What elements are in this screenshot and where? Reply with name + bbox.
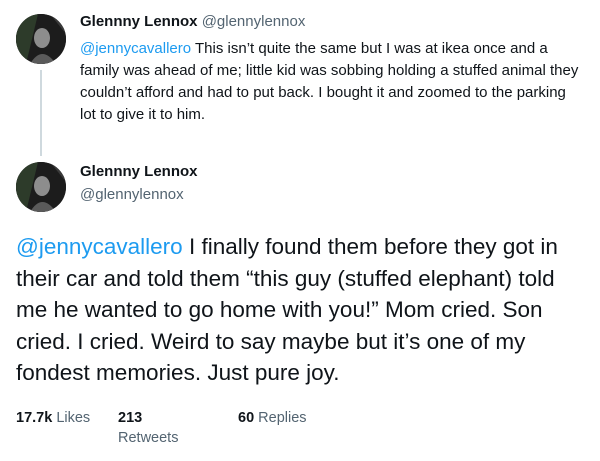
likes-stat[interactable]: 17.7k Likes [16, 408, 90, 428]
profile-photo-icon [16, 14, 66, 64]
reply-avatar[interactable] [16, 14, 66, 64]
profile-photo-icon [16, 162, 66, 212]
retweets-count: 213 [118, 410, 143, 426]
likes-count: 17.7k [16, 410, 53, 426]
reply-header: Glennny Lennox @glennylennox [80, 12, 305, 32]
replies-label: Replies [258, 410, 307, 426]
reply-author-handle[interactable]: @glennylennox [202, 13, 306, 30]
main-author-name[interactable]: Glennny Lennox [80, 162, 198, 182]
likes-label: Likes [56, 410, 91, 426]
main-author-handle[interactable]: @glennylennox [80, 185, 184, 205]
retweets-label: Retweets [118, 430, 179, 446]
main-mention-link[interactable]: @jennycavallero [16, 234, 183, 259]
replies-stat[interactable]: 60 Replies [238, 408, 307, 428]
retweets-stat[interactable]: 213 Retweets [118, 408, 208, 448]
reply-text: @jennycavallero This isn’t quite the sam… [80, 38, 585, 126]
thread-connector-line [40, 70, 42, 156]
replies-count: 60 [238, 410, 255, 426]
main-tweet-text: @jennycavallero I finally found them bef… [16, 231, 591, 389]
main-avatar[interactable] [16, 162, 66, 212]
reply-mention-link[interactable]: @jennycavallero [80, 40, 191, 57]
reply-author-name[interactable]: Glennny Lennox [80, 13, 198, 30]
